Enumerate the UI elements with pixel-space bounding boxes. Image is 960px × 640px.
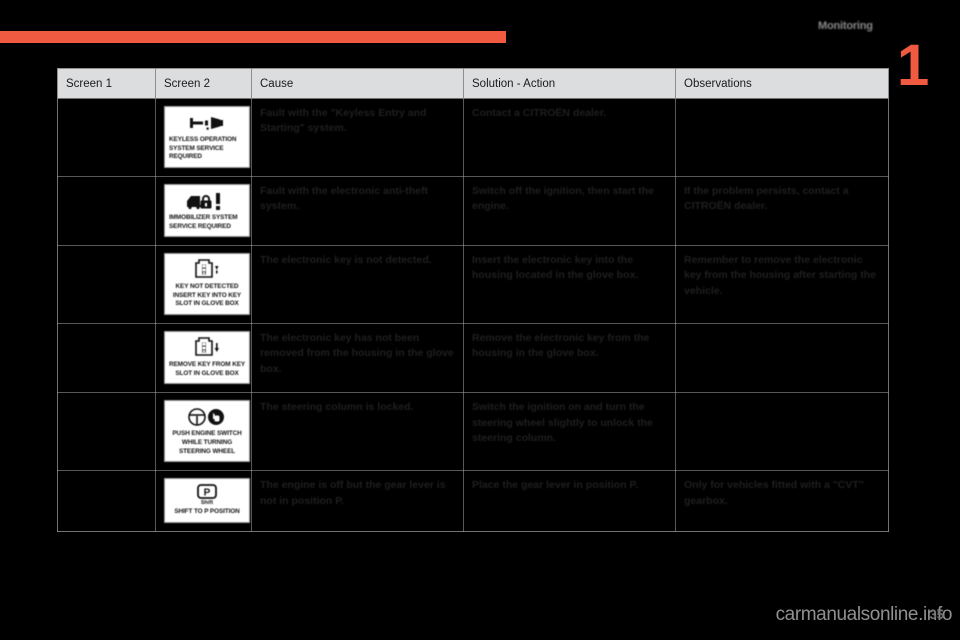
cell-screen2: KEYLESS OPERATION SYSTEM SERVICE REQUIRED [155,98,252,177]
table-row: KEYLESS OPERATION SYSTEM SERVICE REQUIRED F… [57,98,889,177]
table-row: REMOVE KEY FROM KEY SLOT IN GLOVE BOX The … [57,323,889,394]
svg-text:Shift: Shift [201,500,213,506]
table-row: PUSH ENGINE SWITCH WHILE TURNING STEERING … [57,392,889,472]
cell-cause: The electronic key is not detected. [251,245,464,325]
cell-solution: Remove the electronic key from the housi… [463,323,676,394]
dashboard-message-line: STEERING WHEEL [178,447,236,455]
cell-screen1 [57,245,156,325]
key-slot-remove-icon [167,337,247,359]
table-row: IMMOBILIZER SYSTEM SERVICE REQUIRED Fault … [57,175,889,247]
cell-screen1 [57,323,156,394]
cell-solution: Place the gear lever in position P. [463,470,676,532]
column-header-screen1: Screen 1 [57,68,156,99]
dashboard-message-line: KEY NOT DETECTED [175,283,239,291]
dashboard-message-line: REQUIRED [169,153,202,161]
cell-cause: Fault with the electronic anti-theft sys… [251,175,464,247]
cell-solution: Switch off the ignition, then start the … [463,175,676,247]
key-horizontal-icon [167,112,247,134]
dashboard-message-line: REMOVE KEY FROM KEY [168,361,246,369]
accent-bar [0,31,506,43]
dashboard-message-line: SYSTEM SERVICE [169,144,224,152]
cell-screen2: P Shift SHIFT TO P POSITION [155,470,252,532]
dashboard-message-graphic: IMMOBILIZER SYSTEM SERVICE REQUIRED [164,183,250,238]
cell-observations: If the problem persists, contact a CITRO… [675,175,889,247]
page-number: 35 [929,607,944,622]
cell-observations: Remember to remove the electronic key fr… [675,245,889,325]
engine-switch-steering-icon [167,406,247,428]
column-header-cause: Cause [251,68,464,99]
dashboard-message-line: WHILE TURNING [181,439,233,447]
table-row: KEY NOT DETECTED INSERT KEY INTO KEY SLOT … [57,245,889,325]
cell-solution: Switch the ignition on and turn the stee… [463,392,676,472]
car-lock-warning-icon [167,190,247,212]
fault-table-container: Screen 1 Screen 2 Cause Solution - Actio… [57,68,889,532]
dashboard-message-graphic: KEY NOT DETECTED INSERT KEY INTO KEY SLOT … [164,253,250,316]
dashboard-message-text: IMMOBILIZER SYSTEM SERVICE REQUIRED [167,214,247,231]
dashboard-message-line: SERVICE REQUIRED [169,222,231,230]
column-header-observations: Observations [675,68,889,99]
cell-solution: Contact a CITROËN dealer. [463,98,676,177]
dashboard-message-graphic: P Shift SHIFT TO P POSITION [164,478,250,523]
cell-observations [675,323,889,394]
dashboard-message-graphic: PUSH ENGINE SWITCH WHILE TURNING STEERING … [164,400,250,463]
cell-screen2: IMMOBILIZER SYSTEM SERVICE REQUIRED [155,175,252,247]
dashboard-message-text: KEYLESS OPERATION SYSTEM SERVICE REQUIRED [167,136,247,162]
dashboard-message-line: INSERT KEY INTO KEY [172,291,242,299]
dashboard-message-line: SHIFT TO P POSITION [174,508,240,516]
table-body: KEYLESS OPERATION SYSTEM SERVICE REQUIRED F… [57,98,889,532]
table-row: P Shift SHIFT TO P POSITION The engine is o… [57,470,889,532]
dashboard-message-text: REMOVE KEY FROM KEY SLOT IN GLOVE BOX [167,361,247,378]
dashboard-message-line: IMMOBILIZER SYSTEM [169,213,238,221]
shift-p-position-icon: P Shift [167,484,247,506]
dashboard-message-line: SLOT IN GLOVE BOX [175,300,239,308]
fault-table: Screen 1 Screen 2 Cause Solution - Actio… [57,68,889,532]
dashboard-message-graphic: REMOVE KEY FROM KEY SLOT IN GLOVE BOX [164,331,250,385]
cell-screen1 [57,98,156,177]
cell-screen1 [57,392,156,472]
dashboard-message-text: SHIFT TO P POSITION [167,508,247,517]
site-watermark: carmanualsonline.info [775,604,953,625]
dashboard-message-graphic: KEYLESS OPERATION SYSTEM SERVICE REQUIRED [164,106,250,168]
table-header-row: Screen 1 Screen 2 Cause Solution - Actio… [57,68,889,99]
cell-cause: The steering column is locked. [251,392,464,472]
cell-cause: The electronic key has not been removed … [251,323,464,394]
key-slot-insert-icon [167,259,247,281]
dashboard-message-line: SLOT IN GLOVE BOX [175,369,239,377]
section-title: Monitoring [818,20,873,32]
cell-screen2: KEY NOT DETECTED INSERT KEY INTO KEY SLOT … [155,245,252,325]
cell-observations [675,98,889,177]
cell-cause: The engine is off but the gear lever is … [251,470,464,532]
column-header-screen2: Screen 2 [155,68,252,99]
cell-observations [675,392,889,472]
cell-solution: Insert the electronic key into the housi… [463,245,676,325]
dashboard-message-line: PUSH ENGINE SWITCH [172,430,242,438]
cell-screen2: REMOVE KEY FROM KEY SLOT IN GLOVE BOX [155,323,252,394]
chapter-number: 1 [897,33,930,98]
cell-screen1 [57,470,156,532]
dashboard-message-text: KEY NOT DETECTED INSERT KEY INTO KEY SLOT … [167,283,247,309]
svg-text:P: P [204,488,211,499]
table-header: Screen 1 Screen 2 Cause Solution - Actio… [57,68,889,99]
cell-cause: Fault with the "Keyless Entry and Starti… [251,98,464,177]
cell-screen2: PUSH ENGINE SWITCH WHILE TURNING STEERING … [155,392,252,472]
cell-observations: Only for vehicles fitted with a "CVT" ge… [675,470,889,532]
column-header-solution: Solution - Action [463,68,676,99]
cell-screen1 [57,175,156,247]
dashboard-message-line: KEYLESS OPERATION [169,136,237,143]
dashboard-message-text: PUSH ENGINE SWITCH WHILE TURNING STEERING … [167,430,247,456]
